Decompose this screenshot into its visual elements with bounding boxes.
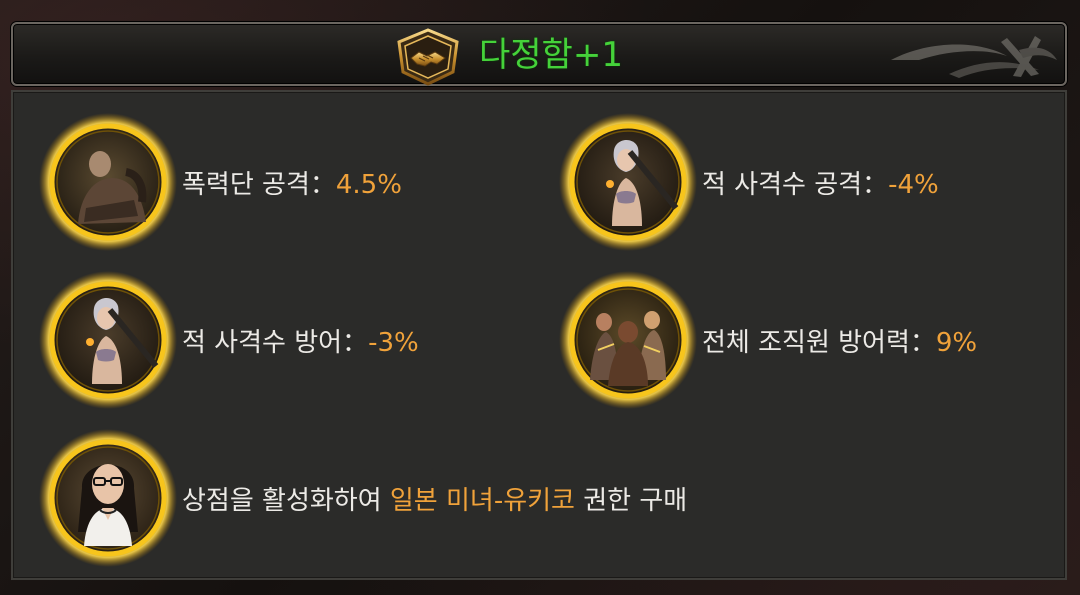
buff-row: 폭력단 공격：4.5% bbox=[38, 112, 402, 252]
buff-row: 적 사격수 방어：-3% bbox=[38, 270, 419, 410]
yukiko-portrait bbox=[38, 428, 178, 568]
sniper-woman-portrait bbox=[558, 112, 698, 252]
shop-unlock-row: 상점을 활성화하여 일본 미녀-유키코 권한 구매 bbox=[38, 428, 687, 568]
buff-row: 적 사격수 공격：-4% bbox=[558, 112, 939, 252]
shop-prefix: 상점을 활성화하여 bbox=[182, 485, 390, 516]
buff-row: 전체 조직원 방어력：9% bbox=[558, 270, 977, 410]
buff-text: 적 사격수 방어：-3% bbox=[182, 322, 419, 359]
buff-label: 폭력단 공격： bbox=[182, 169, 336, 200]
sniper-woman-portrait bbox=[38, 270, 178, 410]
shop-highlight: 일본 미녀-유키코 bbox=[389, 485, 575, 516]
buff-text: 폭력단 공격：4.5% bbox=[182, 164, 402, 201]
buff-text: 전체 조직원 방어력：9% bbox=[702, 322, 977, 359]
buff-value: 4.5% bbox=[335, 169, 402, 200]
buff-value: 9% bbox=[935, 327, 978, 358]
buff-value: -3% bbox=[368, 327, 419, 358]
handshake-icon bbox=[397, 28, 459, 86]
buff-popup: 다정함+1 폭력단 공격：4.5% 적 사격수 공격：-4% 적 사격수 방어：… bbox=[0, 0, 1080, 595]
tribal-ornament bbox=[891, 36, 1057, 78]
gang-group-portrait bbox=[558, 270, 698, 410]
buff-label: 전체 조직원 방어력： bbox=[702, 327, 936, 358]
buff-value: -4% bbox=[888, 169, 939, 200]
buff-label: 적 사격수 방어： bbox=[182, 327, 369, 358]
buff-text: 적 사격수 공격：-4% bbox=[702, 164, 939, 201]
title-bar: 다정함+1 bbox=[11, 22, 1067, 86]
shop-suffix: 권한 구매 bbox=[574, 485, 688, 516]
gang-brute-portrait bbox=[38, 112, 178, 252]
shop-text: 상점을 활성화하여 일본 미녀-유키코 권한 구매 bbox=[182, 480, 687, 517]
buff-label: 적 사격수 공격： bbox=[702, 169, 889, 200]
page-title: 다정함+1 bbox=[479, 35, 623, 75]
